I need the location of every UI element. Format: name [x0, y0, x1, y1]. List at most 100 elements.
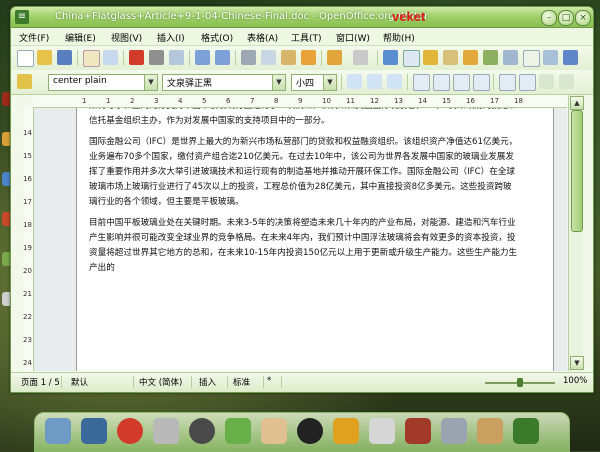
dock-icon[interactable] [369, 418, 395, 444]
scroll-down-icon[interactable]: ▼ [570, 356, 584, 370]
menu-tools[interactable]: 工具(T) [291, 31, 322, 44]
paragraph-style-select[interactable]: center plain ▼ [48, 74, 158, 91]
table-icon[interactable] [403, 50, 420, 67]
bold-icon[interactable] [347, 74, 362, 89]
show-draw-icon[interactable] [423, 50, 438, 65]
scroll-up-icon[interactable]: ▲ [570, 96, 584, 110]
font-name-select[interactable]: 文泉驿正黑 ▼ [162, 74, 286, 91]
styles-formatting-icon[interactable] [17, 74, 32, 89]
navigator-icon[interactable] [463, 50, 478, 65]
dock-icon[interactable] [513, 418, 539, 444]
menu-help[interactable]: 帮助(H) [383, 31, 415, 44]
menu-format[interactable]: 格式(O) [201, 31, 233, 44]
vertical-scrollbar[interactable]: ▲ ▼ [568, 95, 584, 371]
menu-view[interactable]: 视图(V) [111, 31, 142, 44]
save-icon[interactable] [57, 50, 72, 65]
chevron-down-icon[interactable]: ▼ [144, 75, 157, 90]
gallery-icon[interactable] [483, 50, 498, 65]
dock-icon[interactable] [297, 418, 323, 444]
dock-icon[interactable] [477, 418, 503, 444]
dock-icon[interactable] [153, 418, 179, 444]
justify-icon[interactable] [473, 74, 490, 91]
dock-icon[interactable] [117, 418, 143, 444]
export-pdf-icon[interactable] [129, 50, 144, 65]
zoom-slider-handle[interactable] [517, 378, 523, 387]
document-workspace[interactable]: 斯特夸尔和上海的分支对中国平板玻璃行业进行了一次调研。该调研由美国国际发展署(T… [34, 108, 567, 371]
new-document-icon[interactable] [17, 50, 34, 67]
copy-icon[interactable] [261, 50, 276, 65]
page-style[interactable]: 默认 [71, 376, 134, 388]
ruler-number: 7 [250, 97, 255, 105]
paste-icon[interactable] [281, 50, 296, 65]
edit-file-icon[interactable] [103, 50, 118, 65]
ruler-number: 9 [298, 97, 303, 105]
menu-edit[interactable]: 编辑(E) [65, 31, 96, 44]
format-paintbrush-icon[interactable] [301, 50, 316, 65]
find-replace-icon[interactable] [443, 50, 458, 65]
email-icon[interactable] [83, 50, 100, 67]
ruler-number: 6 [226, 97, 231, 105]
print-preview-icon[interactable] [169, 50, 184, 65]
chevron-down-icon[interactable]: ▼ [323, 75, 336, 90]
menu-table[interactable]: 表格(A) [247, 31, 278, 44]
zoom-icon[interactable] [543, 50, 558, 65]
toolbar-separator [77, 50, 78, 66]
standard-toolbar [11, 45, 593, 71]
font-size-select[interactable]: 小四 ▼ [291, 74, 337, 91]
title-bar[interactable]: ≡ China+Flatglass+Article+9-1-04-Chinese… [11, 7, 593, 28]
insert-mode[interactable]: 插入 [199, 376, 228, 388]
ruler-number: 18 [514, 97, 523, 105]
scroll-thumb[interactable] [571, 110, 583, 232]
zoom-level[interactable]: 100% [563, 376, 587, 386]
nonprinting-chars-icon[interactable] [523, 50, 540, 67]
paragraph[interactable]: 目前中国平板玻璃业处在关键时期。未来3-5年的决策将塑造未来几十年内的产业布局，… [89, 216, 519, 276]
bullets-icon[interactable] [519, 74, 536, 91]
align-center-icon[interactable] [433, 74, 450, 91]
autospellcheck-icon[interactable] [215, 50, 230, 65]
status-bar: 页面 1 / 5 默认 中文 (简体) 插入 标准 * 100% [11, 372, 593, 392]
maximize-icon[interactable]: □ [558, 10, 574, 26]
undo-icon[interactable] [327, 50, 342, 65]
menu-insert[interactable]: 插入(I) [157, 31, 185, 44]
italic-icon[interactable] [367, 74, 382, 89]
vertical-ruler[interactable]: 14 15 16 17 18 19 20 21 22 23 24 [23, 107, 34, 371]
increase-indent-icon[interactable] [559, 74, 574, 89]
app-icon[interactable]: ≡ [15, 10, 29, 24]
align-right-icon[interactable] [453, 74, 470, 91]
help-icon[interactable] [563, 50, 578, 65]
underline-icon[interactable] [387, 74, 402, 89]
ruler-number: 22 [23, 313, 32, 321]
dock-icon[interactable] [189, 418, 215, 444]
paragraph[interactable]: 国际金融公司（IFC）是世界上最大的为新兴市场私营部门的贷款和权益融资组织。该组… [89, 135, 519, 210]
menu-window[interactable]: 窗口(W) [336, 31, 370, 44]
hyperlink-icon[interactable] [383, 50, 398, 65]
close-icon[interactable]: × [575, 10, 591, 26]
dock-icon[interactable] [225, 418, 251, 444]
writer-window: ≡ China+Flatglass+Article+9-1-04-Chinese… [10, 6, 594, 393]
page-indicator[interactable]: 页面 1 / 5 [21, 376, 62, 388]
horizontal-ruler[interactable]: 1 1 2 3 4 5 6 7 8 9 10 11 12 13 14 15 16… [33, 95, 567, 108]
chevron-down-icon[interactable]: ▼ [272, 75, 285, 90]
language-indicator[interactable]: 中文 (简体) [139, 376, 192, 388]
dock-icon[interactable] [81, 418, 107, 444]
dock-icon[interactable] [441, 418, 467, 444]
decrease-indent-icon[interactable] [539, 74, 554, 89]
dock-icon[interactable] [261, 418, 287, 444]
redo-icon[interactable] [353, 50, 368, 65]
document-page[interactable]: 斯特夸尔和上海的分支对中国平板玻璃行业进行了一次调研。该调研由美国国际发展署(T… [76, 108, 554, 371]
numbering-icon[interactable] [499, 74, 516, 91]
menu-file[interactable]: 文件(F) [19, 31, 49, 44]
data-sources-icon[interactable] [503, 50, 518, 65]
selection-mode[interactable]: 标准 [233, 376, 264, 388]
paragraph[interactable]: 斯特夸尔和上海的分支对中国平板玻璃行业进行了一次调研。该调研由美国国际发展署(T… [89, 108, 519, 129]
minimize-icon[interactable]: – [541, 10, 557, 26]
align-left-icon[interactable] [413, 74, 430, 91]
spellcheck-icon[interactable] [195, 50, 210, 65]
dock-icon[interactable] [45, 418, 71, 444]
open-folder-icon[interactable] [37, 50, 52, 65]
print-icon[interactable] [149, 50, 164, 65]
dock-icon[interactable] [405, 418, 431, 444]
cut-icon[interactable] [241, 50, 256, 65]
document-body[interactable]: 斯特夸尔和上海的分支对中国平板玻璃行业进行了一次调研。该调研由美国国际发展署(T… [89, 108, 519, 282]
dock-icon[interactable] [333, 418, 359, 444]
